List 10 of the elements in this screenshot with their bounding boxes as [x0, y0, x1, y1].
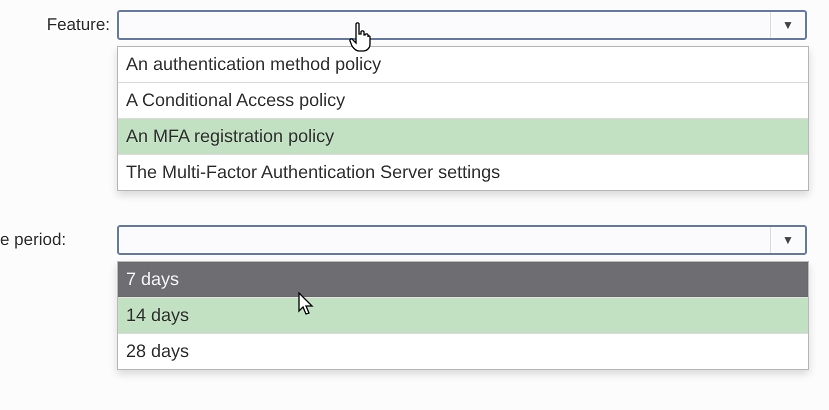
dropdown-option[interactable]: An MFA registration policy [118, 119, 808, 155]
field-label: Feature: [46, 15, 111, 35]
dropdown-option[interactable]: 7 days [118, 262, 808, 298]
arrow-pointer-icon [298, 292, 314, 316]
dropdown-field[interactable]: ▼ [117, 225, 807, 255]
dropdown-option[interactable]: 28 days [118, 334, 808, 369]
field-label: e period: [0, 230, 68, 250]
dropdown-option[interactable]: An authentication method policy [118, 47, 808, 83]
dropdown-option[interactable]: 14 days [118, 298, 808, 334]
dropdown-option[interactable]: The Multi-Factor Authentication Server settings [118, 155, 808, 190]
